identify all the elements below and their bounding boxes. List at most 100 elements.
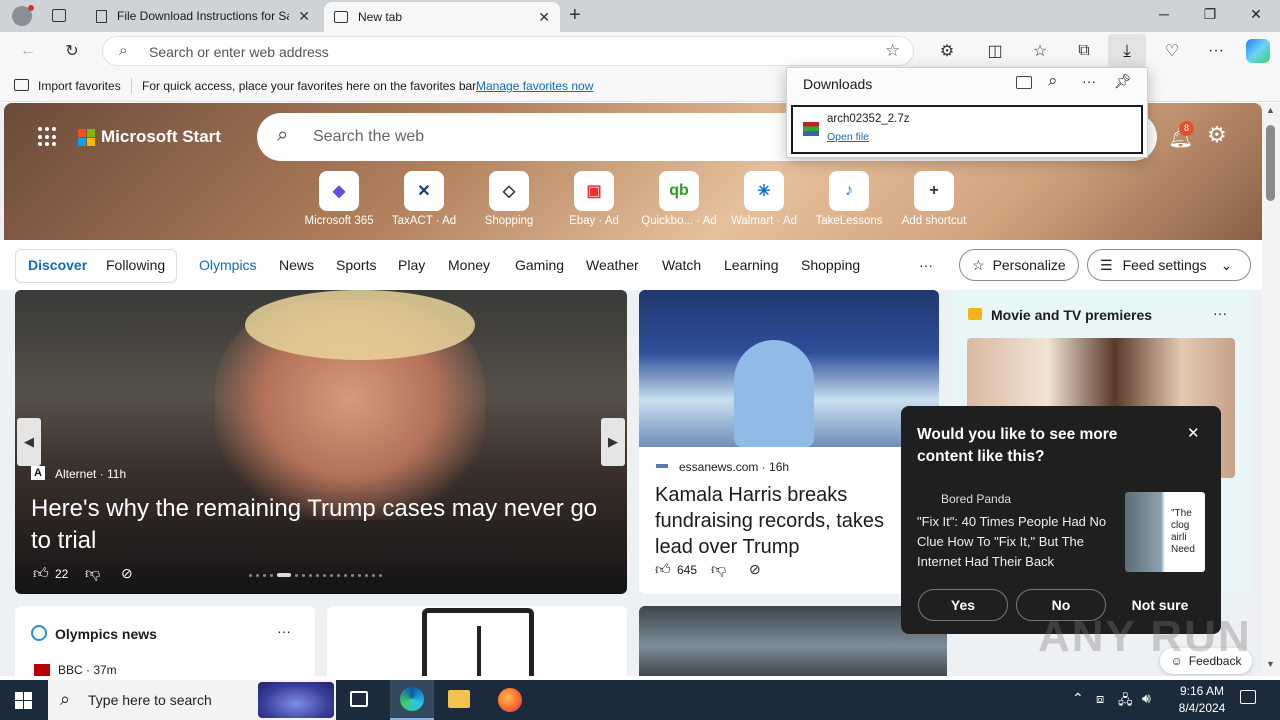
- clock-time[interactable]: 9:16 AM: [1172, 684, 1232, 698]
- copilot-icon[interactable]: [1246, 39, 1270, 63]
- task-view-icon[interactable]: [350, 691, 368, 707]
- edge-taskbar-button[interactable]: [390, 680, 434, 720]
- nav-weather[interactable]: Weather: [586, 257, 639, 273]
- more-options-icon[interactable]: ···: [1082, 73, 1096, 89]
- olympics-news-card[interactable]: Olympics news ··· BBC · 37m: [15, 606, 315, 676]
- import-favorites-button[interactable]: Import favorites: [38, 79, 121, 93]
- side-news-card[interactable]: essanews.com · 16h Kamala Harris breaks …: [639, 290, 939, 594]
- hide-story-icon[interactable]: ⊘: [121, 565, 133, 582]
- like-icon[interactable]: 👍︎: [33, 565, 49, 583]
- close-tab-icon[interactable]: ✕: [538, 9, 550, 26]
- nav-more-icon[interactable]: ···: [919, 257, 933, 273]
- new-tab-page-icon: [334, 11, 348, 23]
- nav-sports[interactable]: Sports: [336, 257, 376, 273]
- yes-button[interactable]: Yes: [918, 589, 1008, 621]
- search-icon: ⌕: [277, 124, 289, 146]
- apps-grid-icon[interactable]: [38, 127, 58, 147]
- notification-center-icon[interactable]: [1240, 690, 1256, 704]
- taskbar-search-box[interactable]: ⌕ Type here to search: [48, 680, 336, 720]
- nav-shopping[interactable]: Shopping: [801, 257, 860, 273]
- nav-watch[interactable]: Watch: [662, 257, 701, 273]
- search-downloads-icon[interactable]: ⌕: [1048, 71, 1058, 91]
- browser-essentials-icon[interactable]: ♡: [1161, 40, 1183, 62]
- shortcut-takelessons[interactable]: ♪ TakeLessons: [809, 171, 889, 227]
- file-explorer-icon[interactable]: [448, 690, 470, 708]
- nav-learning[interactable]: Learning: [724, 257, 779, 273]
- scroll-thumb[interactable]: [1266, 125, 1275, 201]
- open-folder-icon[interactable]: [1016, 76, 1032, 89]
- open-file-link[interactable]: Open file: [827, 131, 869, 143]
- dislike-icon[interactable]: 👎︎: [711, 561, 726, 579]
- card-more-icon[interactable]: ···: [277, 623, 291, 639]
- nav-news[interactable]: News: [279, 257, 314, 273]
- nav-play[interactable]: Play: [398, 257, 425, 273]
- headline[interactable]: Kamala Harris breaks fundraising records…: [655, 482, 925, 560]
- minimize-icon[interactable]: ─: [1154, 6, 1174, 22]
- more-options-icon[interactable]: ···: [1205, 40, 1227, 62]
- tab-new-tab[interactable]: New tab ✕: [324, 2, 560, 32]
- tab-following[interactable]: Following: [106, 257, 165, 273]
- taskbar-status-icon[interactable]: ⧈: [1096, 691, 1104, 707]
- shortcut-ebay[interactable]: ▣ Ebay · Ad: [554, 171, 634, 227]
- download-item[interactable]: arch02352_2.7z Open file: [791, 105, 1143, 154]
- network-icon[interactable]: 🖧︎: [1118, 691, 1133, 713]
- back-icon[interactable]: ←: [17, 40, 39, 62]
- restore-icon[interactable]: ❐: [1200, 6, 1220, 23]
- personalize-button[interactable]: ☆ Personalize: [959, 249, 1079, 281]
- favorites-icon[interactable]: ☆: [1029, 40, 1051, 62]
- dislike-icon[interactable]: 👎︎: [85, 565, 100, 583]
- source-logo-icon: A: [31, 466, 45, 480]
- volume-icon[interactable]: 🔊︎: [1142, 690, 1151, 707]
- extensions-icon[interactable]: ⚙: [936, 40, 958, 62]
- collections-icon[interactable]: ⧉: [1073, 40, 1095, 62]
- close-window-icon[interactable]: ✕: [1246, 6, 1266, 23]
- microsoft-start-logo[interactable]: Microsoft Start: [78, 127, 221, 147]
- scroll-down-arrow[interactable]: ▼: [1266, 659, 1275, 669]
- source-label: essanews.com · 16h: [679, 460, 790, 474]
- shortcut-quickbooks[interactable]: qb Quickbo... · Ad: [639, 171, 719, 227]
- nav-gaming[interactable]: Gaming: [515, 257, 564, 273]
- shortcut-walmart[interactable]: ✳ Walmart · Ad: [724, 171, 804, 227]
- tab-discover[interactable]: Discover: [28, 257, 87, 273]
- carousel-next-button[interactable]: ▶: [601, 418, 625, 466]
- shortcut-taxact[interactable]: ✕ TaxACT · Ad: [384, 171, 464, 227]
- product-card[interactable]: [327, 606, 627, 676]
- like-icon[interactable]: 👍︎: [655, 561, 671, 579]
- manage-favorites-link[interactable]: Manage favorites now: [476, 79, 593, 93]
- new-tab-button[interactable]: +: [569, 4, 581, 27]
- feed-settings-button[interactable]: ☰ Feed settings ⌄: [1087, 249, 1251, 281]
- pin-icon[interactable]: 📌︎: [1114, 73, 1132, 90]
- nav-money[interactable]: Money: [448, 257, 490, 273]
- hide-story-icon[interactable]: ⊘: [749, 561, 761, 578]
- favorite-star-icon[interactable]: ☆: [885, 41, 900, 61]
- settings-gear-icon[interactable]: ⚙: [1207, 122, 1227, 148]
- feed-nav: Discover Following Olympics News Sports …: [0, 240, 1262, 290]
- scroll-up-arrow[interactable]: ▲: [1266, 105, 1275, 115]
- clock-date[interactable]: 8/4/2024: [1170, 701, 1234, 715]
- content-feedback-popup: Would you like to see more content like …: [901, 406, 1221, 634]
- windows-start-icon[interactable]: [15, 692, 32, 709]
- tab-file-download[interactable]: File Download Instructions for Sa ✕: [84, 0, 320, 32]
- downloads-button[interactable]: ⤓: [1108, 34, 1146, 68]
- close-tab-icon[interactable]: ✕: [298, 8, 310, 25]
- hero-news-card[interactable]: ◀ ▶ A Alternet · 11h Here's why the rema…: [15, 290, 627, 594]
- vertical-scrollbar[interactable]: ▲ ▼: [1262, 103, 1280, 676]
- popup-headline[interactable]: "Fix It": 40 Times People Had No Clue Ho…: [917, 512, 1117, 572]
- shortcut-label: Walmart · Ad: [730, 215, 798, 227]
- card-more-icon[interactable]: ···: [1213, 305, 1227, 321]
- show-hidden-icons-icon[interactable]: ⌃: [1072, 690, 1084, 707]
- carousel-prev-button[interactable]: ◀: [17, 418, 41, 466]
- shortcut-tag[interactable]: ◇ Shopping: [469, 171, 549, 227]
- close-icon[interactable]: ✕: [1187, 424, 1200, 442]
- tab-actions-icon[interactable]: [52, 9, 66, 22]
- shortcut-plus[interactable]: + Add shortcut: [894, 171, 974, 227]
- split-screen-icon[interactable]: ◫: [984, 40, 1006, 62]
- hair-shape: [245, 290, 475, 360]
- nav-olympics[interactable]: Olympics: [199, 257, 257, 273]
- address-bar[interactable]: ⌕ Search or enter web address ☆: [102, 36, 914, 66]
- headline[interactable]: Here's why the remaining Trump cases may…: [31, 493, 616, 557]
- refresh-icon[interactable]: ↻: [61, 40, 83, 62]
- shortcut-m365[interactable]: ◆ Microsoft 365: [299, 171, 379, 227]
- firefox-icon[interactable]: [498, 688, 522, 712]
- olympics-icon: [31, 625, 47, 641]
